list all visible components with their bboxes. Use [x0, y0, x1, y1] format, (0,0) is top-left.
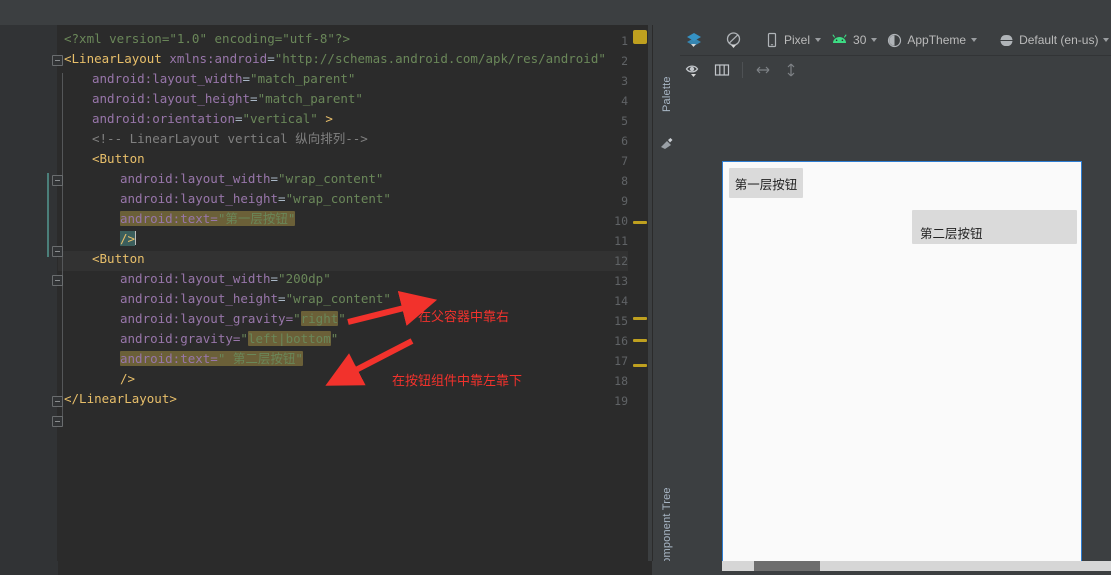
design-horizontal-scrollbar[interactable] — [722, 561, 1111, 571]
code-line-11-selfclose: /> — [120, 231, 136, 246]
code-line-8-value: "wrap_content" — [278, 171, 384, 186]
code-line-13-attr: android:layout_width — [120, 271, 271, 286]
columns-icon — [714, 63, 730, 76]
text-caret — [135, 231, 137, 245]
code-line-2-attr: xmlns:android — [169, 51, 268, 66]
code-line-3-attr: android:layout_width — [92, 71, 243, 86]
vertical-arrows-icon — [787, 63, 795, 76]
code-line-1: <?xml version="1.0" encoding="utf-8"?> — [64, 31, 350, 46]
locale-label: Default (en-us) — [1019, 33, 1099, 47]
code-line-16-value: left|bottom — [247, 331, 331, 346]
chevron-down-icon — [871, 38, 878, 42]
theme-label: AppTheme — [907, 33, 967, 47]
phone-icon — [767, 32, 777, 48]
code-line-6-comment: <!-- LinearLayout vertical 纵向排列--> — [92, 131, 368, 146]
locale-selector[interactable]: Default (en-us) — [994, 28, 1111, 52]
layers-icon — [687, 33, 701, 47]
code-line-14-attr: android:layout_height — [120, 291, 279, 306]
chevron-down-icon — [815, 38, 822, 42]
eye-icon — [685, 65, 699, 77]
code-line-8-attr: android:layout_width — [120, 171, 271, 186]
layout-design-panel[interactable]: Pixel 30 AppTheme Default (en-us) 第一层按钮 … — [680, 25, 1111, 575]
code-line-2-tag: <LinearLayout — [64, 51, 162, 66]
code-line-14-value: "wrap_content" — [285, 291, 391, 306]
preview-button-second[interactable]: 第二层按钮 — [912, 210, 1077, 244]
code-line-15-quote-open: " — [293, 311, 301, 326]
view-options-button[interactable] — [680, 58, 708, 82]
code-line-15-attr: android:layout_gravity= — [120, 311, 294, 326]
scrollbar-thumb[interactable] — [754, 561, 820, 571]
design-mode-button[interactable] — [680, 28, 708, 52]
xml-code-editor[interactable]: 1 2 3 4 5 6 7 8 9 10 11 12 13 14 15 16 1… — [0, 25, 652, 575]
toolbar-separator — [742, 61, 743, 78]
code-line-9-attr: android:layout_height — [120, 191, 279, 206]
code-line-13-value: "200dp" — [278, 271, 331, 286]
design-canvas[interactable]: 第一层按钮 第二层按钮 https://blog.csdn.net/weixin… — [680, 83, 1111, 575]
code-line-9-value: "wrap_content" — [285, 191, 391, 206]
code-line-17-value: " 第二层按钮" — [217, 351, 303, 366]
code-block-indicator — [47, 173, 49, 257]
device-preview[interactable]: 第一层按钮 第二层按钮 https://blog.csdn.net/weixin… — [722, 161, 1082, 575]
tool-window-sidebar[interactable]: Palette Component Tree — [652, 25, 680, 575]
api-level-selector[interactable]: 30 — [826, 28, 882, 52]
code-line-10-value: "第一层按钮" — [217, 211, 296, 226]
fit-width-button[interactable] — [749, 58, 777, 82]
palette-icon — [661, 138, 673, 149]
code-text-area[interactable]: <?xml version="1.0" encoding="utf-8"?> <… — [58, 25, 628, 575]
code-line-4-attr: android:layout_height — [92, 91, 251, 106]
annotation-label-2: 在按钮组件中靠左靠下 — [392, 373, 523, 388]
editor-bottom-fill — [0, 561, 652, 575]
occurrence-marker[interactable] — [633, 317, 647, 320]
code-line-16-quote-close: " — [330, 331, 339, 346]
code-line-19-closetag: </LinearLayout> — [64, 391, 177, 406]
occurrence-marker[interactable] — [633, 339, 647, 342]
design-toolbar-row-1[interactable]: Pixel 30 AppTheme Default (en-us) — [680, 25, 1111, 55]
theme-selector[interactable]: AppTheme — [882, 28, 982, 52]
preview-button-first[interactable]: 第一层按钮 — [729, 168, 803, 198]
annotation-label-1: 在父容器中靠右 — [418, 309, 510, 324]
code-line-7-tag: <Button — [92, 151, 145, 166]
code-line-5-close: > — [325, 111, 333, 126]
rotate-icon — [726, 32, 741, 48]
chevron-down-icon — [971, 38, 978, 42]
sidebar-item-palette[interactable]: Palette — [653, 55, 681, 133]
occurrence-marker[interactable] — [633, 221, 647, 224]
sidebar-item-component-tree[interactable]: Component Tree — [653, 475, 681, 575]
code-line-16-quote-open: " — [240, 331, 248, 346]
code-line-3-value: "match_parent" — [250, 71, 356, 86]
preview-button-second-label: 第二层按钮 — [920, 227, 983, 241]
component-tree-label: Component Tree — [661, 487, 673, 573]
globe-icon — [999, 33, 1015, 47]
preview-button-first-label: 第一层按钮 — [734, 177, 798, 192]
chevron-down-icon — [1103, 38, 1110, 42]
code-line-15-value: right — [300, 311, 339, 326]
gutter-bottom-fill — [0, 561, 58, 575]
editor-tab-strip — [0, 0, 652, 25]
code-line-5-value: "vertical" — [242, 111, 318, 126]
fit-height-button[interactable] — [777, 58, 805, 82]
top-strip — [0, 0, 1111, 25]
inspection-status-marker[interactable] — [633, 30, 647, 44]
code-line-2-value: "http://schemas.android.com/apk/res/andr… — [274, 51, 606, 66]
theme-icon — [888, 33, 902, 47]
palette-label: Palette — [661, 76, 673, 112]
device-selector[interactable]: Pixel — [760, 28, 826, 52]
blueprint-columns-button[interactable] — [708, 58, 736, 82]
code-line-15-quote-close: " — [338, 311, 346, 326]
code-line-5-attr: android:orientation — [92, 111, 235, 126]
code-line-4-value: "match_parent" — [257, 91, 363, 106]
api-level-label: 30 — [853, 33, 867, 47]
android-icon — [832, 34, 847, 43]
code-line-16-attr: android:gravity= — [120, 331, 241, 346]
design-toolbar-row-2[interactable] — [680, 55, 1111, 83]
code-line-18-selfclose: /> — [120, 371, 136, 386]
occurrence-marker[interactable] — [633, 364, 647, 367]
code-line-12-tag: <Button — [92, 251, 145, 266]
orientation-button[interactable] — [720, 28, 748, 52]
code-line-17-attr: android:text= — [120, 351, 218, 366]
horizontal-arrows-icon — [756, 66, 770, 73]
editor-gutter[interactable] — [0, 25, 58, 575]
device-label: Pixel — [784, 33, 811, 47]
code-line-10-attr: android:text= — [120, 211, 218, 226]
